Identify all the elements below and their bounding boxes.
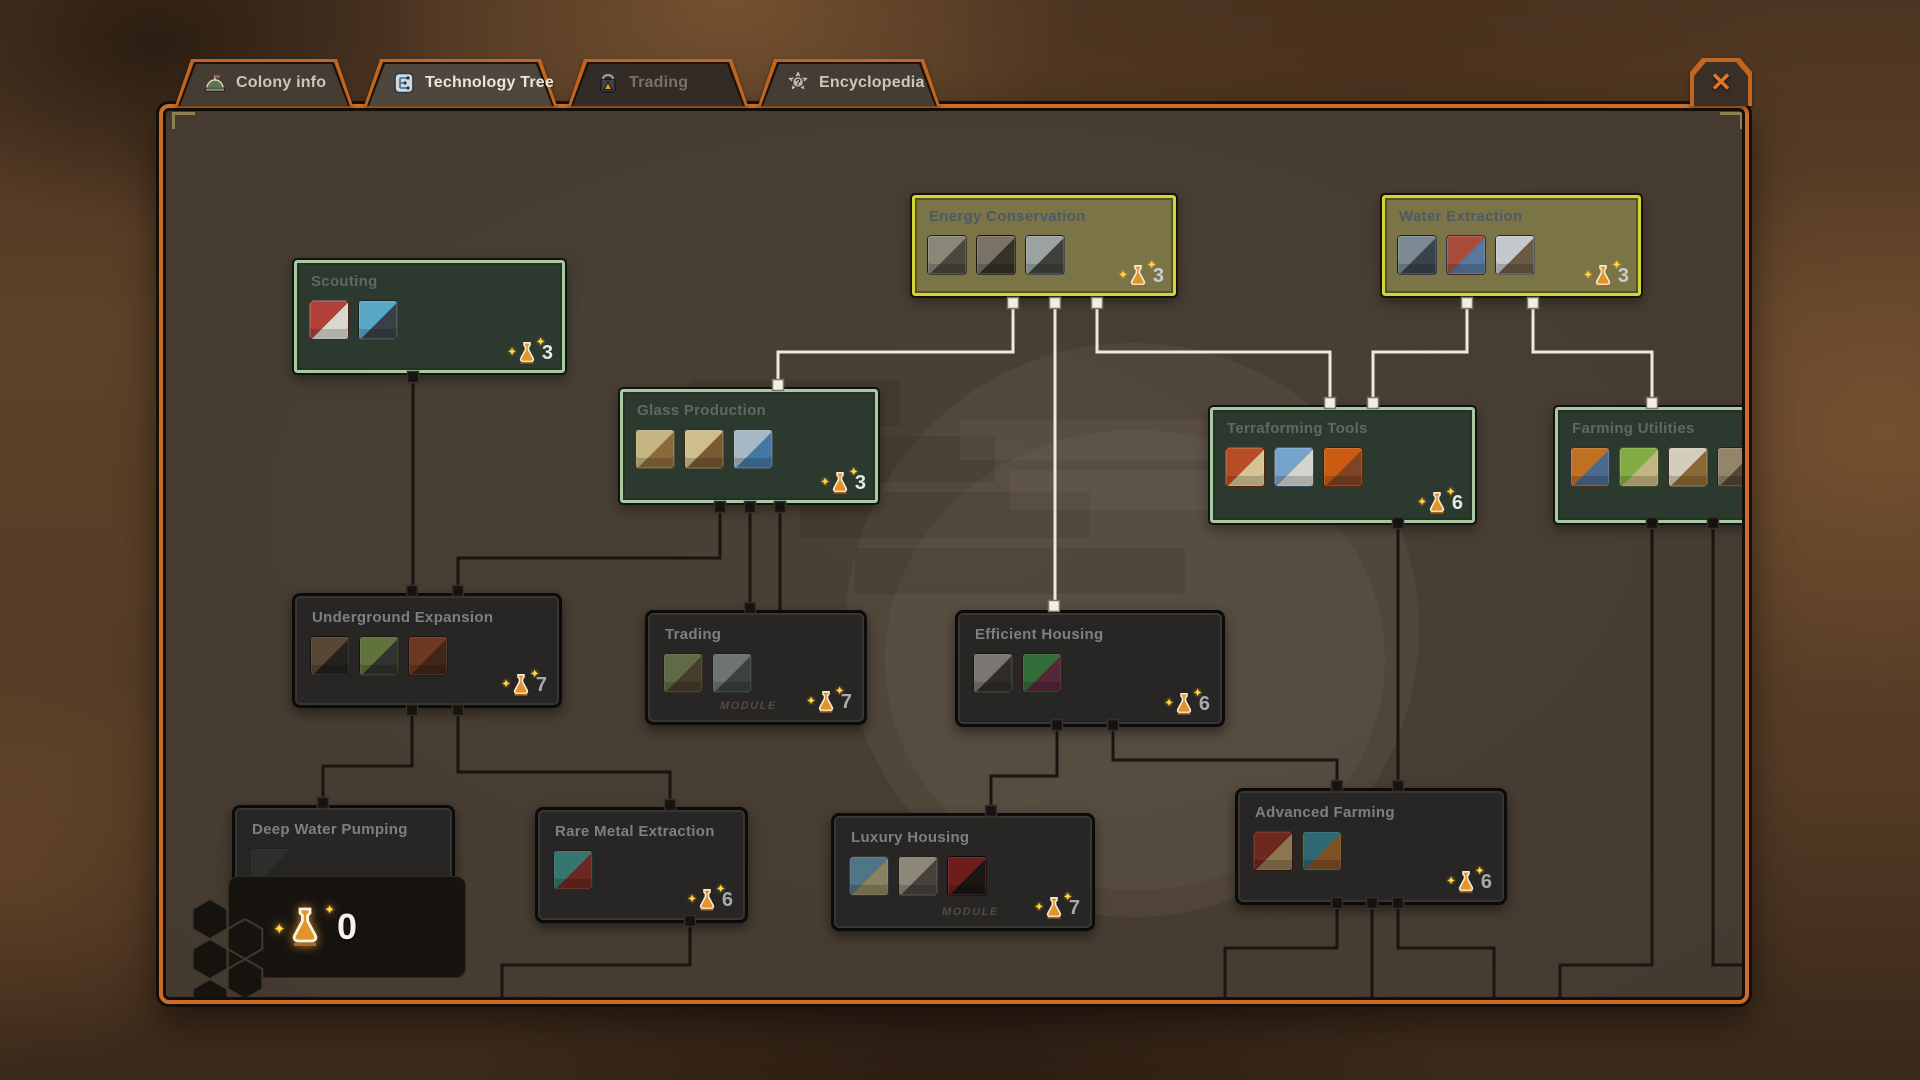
panel-corner-bracket-right [1720,112,1742,129]
tab-colony-info[interactable]: Colony info [175,59,353,106]
tab-label: Encyclopedia [819,74,925,92]
research-points-value: 0 [337,906,357,948]
close-button[interactable]: ✕ [1690,58,1752,106]
circuit-icon [392,71,416,95]
technology-tree-canvas[interactable]: Scouting✦✦3Energy Conservation✦✦3Water E… [166,111,1742,997]
svg-text:?: ? [795,77,801,88]
tab-encyclopedia[interactable]: ? Encyclopedia [758,59,940,106]
trading-pack-icon [596,71,620,95]
tech-tree-connectors [166,111,1742,997]
panel-corner-bracket-left [172,112,195,129]
encyclopedia-badge-icon: ? [786,71,810,95]
technology-tree-panel: Scouting✦✦3Energy Conservation✦✦3Water E… [159,104,1749,1004]
game-screen: { "window": {"title": "Technology Tree"}… [0,0,1920,1080]
close-icon: ✕ [1690,58,1752,106]
research-flask-icon: ✦ ✦ [285,906,325,948]
tab-label: Colony info [236,74,326,92]
research-points-tooltip: ✦ ✦ 0 [228,876,466,978]
colony-dome-icon [203,71,227,95]
tab-trading[interactable]: Trading [568,59,748,106]
tab-label: Technology Tree [425,74,554,92]
tab-technology-tree[interactable]: Technology Tree [364,59,557,106]
tab-label: Trading [629,74,688,92]
